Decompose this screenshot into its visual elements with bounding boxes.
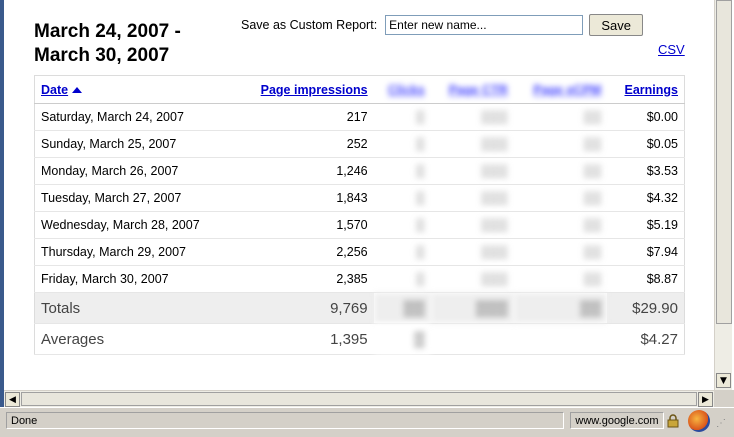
row-impressions: 1,246	[234, 157, 374, 185]
row-earnings: $7.94	[607, 238, 685, 266]
redacted-cell: ▒▒▒	[430, 238, 514, 266]
row-date: Tuesday, March 27, 2007	[34, 184, 235, 212]
redacted-cell: ▒▒	[513, 211, 608, 239]
row-earnings: $0.00	[607, 103, 685, 131]
totals-earnings: $29.90	[607, 292, 685, 324]
column-header-ecpm[interactable]: Page eCPM	[513, 75, 608, 104]
redacted-cell: ▒	[373, 238, 431, 266]
row-date: Thursday, March 29, 2007	[34, 238, 235, 266]
row-earnings: $3.53	[607, 157, 685, 185]
save-button[interactable]: Save	[589, 14, 644, 36]
redacted-cell: ▒▒▒	[430, 265, 514, 293]
row-date: Monday, March 26, 2007	[34, 157, 235, 185]
row-impressions: 252	[234, 130, 374, 158]
column-header-clicks[interactable]: Clicks	[373, 75, 431, 104]
table-row: Friday, March 30, 2007 2,385 ▒ ▒▒▒ ▒▒ $8…	[34, 265, 685, 293]
firefox-icon[interactable]	[688, 410, 710, 432]
column-header-ctr[interactable]: Page CTR	[430, 75, 514, 104]
averages-row: Averages 1,395 ▒ $4.27	[34, 323, 685, 355]
redacted-cell: ▒	[373, 103, 431, 131]
redacted-cell: ▒	[373, 184, 431, 212]
vertical-scrollbar[interactable]: ▼	[714, 0, 732, 390]
table-row: Wednesday, March 28, 2007 1,570 ▒ ▒▒▒ ▒▒…	[34, 211, 685, 239]
redacted-cell: ▒▒▒	[430, 184, 514, 212]
table-header-row: Date Page impressions Clicks Page CTR Pa…	[34, 75, 685, 104]
row-impressions: 2,256	[234, 238, 374, 266]
table-row: Thursday, March 29, 2007 2,256 ▒ ▒▒▒ ▒▒ …	[34, 238, 685, 266]
save-report-label: Save as Custom Report:	[241, 18, 378, 32]
row-date: Wednesday, March 28, 2007	[34, 211, 235, 239]
averages-label: Averages	[34, 323, 235, 355]
status-text: Done	[6, 412, 564, 429]
redacted-cell: ▒▒▒	[430, 157, 514, 185]
column-header-impressions[interactable]: Page impressions	[234, 75, 374, 104]
redacted-cell: ▒▒▒	[430, 130, 514, 158]
horizontal-scrollbar[interactable]: ◀ ▶	[4, 390, 714, 408]
row-impressions: 2,385	[234, 265, 374, 293]
table-row: Saturday, March 24, 2007 217 ▒ ▒▒▒ ▒▒ $0…	[34, 103, 685, 131]
column-header-earnings[interactable]: Earnings	[607, 75, 685, 104]
row-impressions: 217	[234, 103, 374, 131]
row-impressions: 1,570	[234, 211, 374, 239]
redacted-cell: ▒▒▒	[430, 211, 514, 239]
redacted-cell: ▒▒	[513, 157, 608, 185]
redacted-cell: ▒▒	[513, 130, 608, 158]
redacted-cell: ▒	[373, 265, 431, 293]
table-row: Sunday, March 25, 2007 252 ▒ ▒▒▒ ▒▒ $0.0…	[34, 130, 685, 158]
sort-ascending-icon	[72, 87, 83, 94]
redacted-cell: ▒▒▒	[430, 103, 514, 131]
row-date: Friday, March 30, 2007	[34, 265, 235, 293]
redacted-cell: ▒▒▒	[430, 292, 514, 324]
table-body: Saturday, March 24, 2007 217 ▒ ▒▒▒ ▒▒ $0…	[34, 103, 685, 355]
row-impressions: 1,843	[234, 184, 374, 212]
redacted-cell: ▒▒	[373, 292, 431, 324]
redacted-cell: ▒▒	[513, 238, 608, 266]
save-custom-report: Save as Custom Report: Save	[241, 13, 644, 37]
redacted-cell: ▒	[373, 157, 431, 185]
averages-earnings: $4.27	[607, 323, 685, 355]
column-header-date[interactable]: Date	[34, 75, 235, 104]
scroll-right-icon[interactable]: ▶	[698, 392, 713, 407]
averages-impressions: 1,395	[234, 323, 374, 355]
redacted-cell: ▒▒	[513, 103, 608, 131]
table-row: Tuesday, March 27, 2007 1,843 ▒ ▒▒▒ ▒▒ $…	[34, 184, 685, 212]
redacted-cell: ▒▒	[513, 265, 608, 293]
csv-link[interactable]: CSV	[658, 42, 685, 57]
page-viewport: March 24, 2007 - March 30, 2007 Save as …	[4, 0, 714, 390]
redacted-cell: ▒▒	[513, 292, 608, 324]
row-earnings: $8.87	[607, 265, 685, 293]
totals-impressions: 9,769	[234, 292, 374, 324]
resize-grip-icon[interactable]: ⋰	[716, 418, 726, 429]
redacted-cell: ▒	[373, 130, 431, 158]
redacted-cell: ▒	[373, 323, 431, 355]
table-row: Monday, March 26, 2007 1,246 ▒ ▒▒▒ ▒▒ $3…	[34, 157, 685, 185]
row-earnings: $0.05	[607, 130, 685, 158]
empty-cell	[513, 323, 608, 355]
status-bar: Done www.google.com ⋰	[0, 407, 734, 437]
redacted-cell: ▒	[373, 211, 431, 239]
scroll-down-icon[interactable]: ▼	[716, 373, 731, 388]
horizontal-scroll-thumb[interactable]	[21, 392, 697, 406]
earnings-table: Date Page impressions Clicks Page CTR Pa…	[34, 75, 685, 355]
scroll-corner	[714, 390, 734, 407]
report-title: March 24, 2007 - March 30, 2007	[34, 21, 181, 66]
totals-row: Totals 9,769 ▒▒ ▒▒▒ ▒▒ $29.90	[34, 292, 685, 324]
totals-label: Totals	[34, 292, 235, 324]
vertical-scroll-thumb[interactable]	[716, 0, 732, 324]
lock-icon	[667, 414, 679, 428]
row-earnings: $5.19	[607, 211, 685, 239]
redacted-cell: ▒▒	[513, 184, 608, 212]
row-earnings: $4.32	[607, 184, 685, 212]
report-name-input[interactable]	[385, 15, 584, 35]
scroll-left-icon[interactable]: ◀	[5, 392, 20, 407]
row-date: Sunday, March 25, 2007	[34, 130, 235, 158]
empty-cell	[430, 323, 514, 355]
row-date: Saturday, March 24, 2007	[34, 103, 235, 131]
status-host: www.google.com	[570, 412, 664, 429]
